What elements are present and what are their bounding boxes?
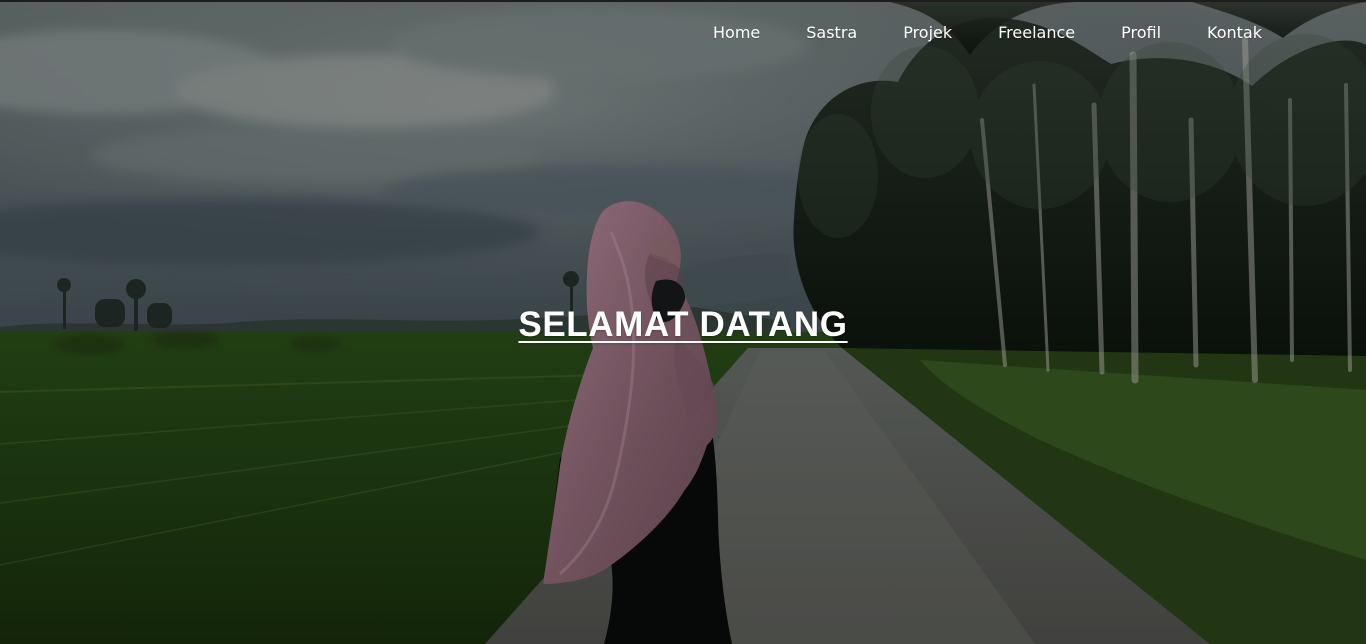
hero-section: Home Sastra Projek Freelance Profil Kont…	[0, 0, 1366, 644]
nav-sastra[interactable]: Sastra	[806, 22, 857, 44]
main-navigation: Home Sastra Projek Freelance Profil Kont…	[713, 22, 1262, 44]
top-border	[0, 0, 1366, 2]
nav-projek[interactable]: Projek	[903, 22, 952, 44]
nav-home[interactable]: Home	[713, 22, 760, 44]
welcome-title: SELAMAT DATANG	[518, 305, 848, 344]
welcome-heading-container: SELAMAT DATANG	[0, 304, 1366, 346]
nav-freelance[interactable]: Freelance	[998, 22, 1075, 44]
nav-kontak[interactable]: Kontak	[1207, 22, 1262, 44]
nav-profil[interactable]: Profil	[1121, 22, 1161, 44]
